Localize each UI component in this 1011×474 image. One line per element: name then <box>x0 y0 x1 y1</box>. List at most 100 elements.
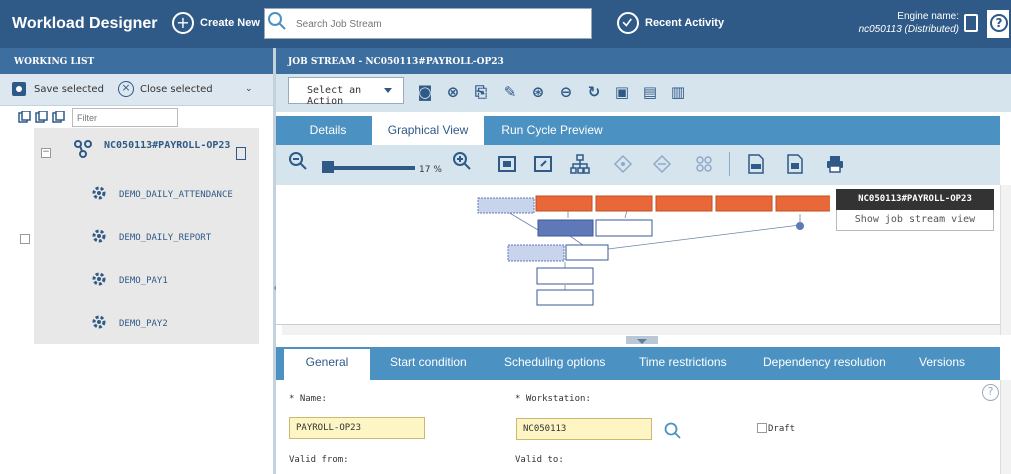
plus-icon[interactable]: + <box>172 12 194 34</box>
document-icon[interactable] <box>236 147 246 160</box>
graph-node <box>796 222 804 230</box>
tab-time-restrictions[interactable]: Time restrictions <box>639 355 727 369</box>
chevron-down-icon[interactable] <box>637 339 647 344</box>
properties-tabs <box>276 347 1000 380</box>
show-job-stream-view-link[interactable]: Show job stream view <box>836 214 994 225</box>
export-doc-icon[interactable] <box>785 154 805 174</box>
graph-node <box>537 219 594 237</box>
draft-checkbox[interactable] <box>757 423 767 433</box>
job-item[interactable]: DEMO_DAILY_REPORT <box>119 233 211 243</box>
graph-node <box>507 244 565 262</box>
zoom-slider-handle[interactable] <box>322 161 334 173</box>
tab-graphical-view[interactable]: Graphical View <box>372 116 484 145</box>
properties-icon[interactable]: ▤ <box>641 83 659 101</box>
close-selected-button[interactable]: Close selected <box>140 84 213 95</box>
tree-toolbar-icons[interactable] <box>18 111 68 125</box>
job-stream-item[interactable]: NC050113#PAYROLL-OP23 <box>104 140 230 151</box>
copy-icon[interactable]: ⎘ <box>472 83 490 101</box>
tab-start-condition[interactable]: Start condition <box>390 355 467 369</box>
job-gear-icon <box>92 315 106 329</box>
graph-node <box>565 244 609 261</box>
recent-activity-button[interactable]: Recent Activity <box>645 17 724 29</box>
caret-down-icon[interactable] <box>384 88 392 93</box>
search-input[interactable] <box>296 14 586 34</box>
graph-node <box>655 195 713 212</box>
zoom-level: 17 % <box>419 165 442 175</box>
job-gear-icon <box>92 186 106 200</box>
help-icon[interactable]: ? <box>982 384 999 401</box>
job-stream-icon <box>74 140 92 158</box>
fit-view-icon[interactable] <box>497 154 517 174</box>
engine-name-label: Engine name: <box>897 11 959 22</box>
horizontal-scrollbar[interactable] <box>282 325 1000 335</box>
vertical-scrollbar[interactable] <box>1000 185 1011 335</box>
tab-scheduling-options[interactable]: Scheduling options <box>504 355 605 369</box>
graph-node <box>595 195 653 212</box>
search-icon[interactable] <box>266 10 288 32</box>
edit-icon[interactable]: ✎ <box>501 83 519 101</box>
graph-node <box>536 289 594 306</box>
dependency-alt-icon[interactable] <box>652 154 672 174</box>
document-icon[interactable] <box>964 14 978 32</box>
tab-versions[interactable]: Versions <box>919 355 965 369</box>
collapse-toggle[interactable]: − <box>41 148 51 158</box>
save-icon[interactable]: ◙ <box>416 83 434 101</box>
job-item[interactable]: DEMO_PAY2 <box>119 319 168 329</box>
graph-node <box>477 197 535 214</box>
dependency-icon[interactable] <box>613 154 633 174</box>
workstation-field[interactable]: NC050113 <box>516 418 652 440</box>
valid-from-label: Valid from: <box>289 455 349 465</box>
name-label: * Name: <box>289 394 327 404</box>
chevron-down-icon[interactable]: ⌄ <box>245 84 253 94</box>
job-gear-icon <box>92 229 106 243</box>
job-item[interactable]: DEMO_PAY1 <box>119 276 168 286</box>
open-window-icon[interactable] <box>533 154 553 174</box>
job-item[interactable]: DEMO_DAILY_ATTENDANCE <box>119 190 233 200</box>
select-checkbox[interactable] <box>20 234 30 244</box>
graph-node <box>595 219 653 237</box>
graph-toolbar <box>276 145 1000 185</box>
save-icon[interactable] <box>12 82 26 96</box>
job-gear-icon <box>92 272 106 286</box>
graph-node <box>536 267 594 285</box>
layout-icon[interactable]: ▥ <box>669 83 687 101</box>
graph-node <box>715 195 773 212</box>
tab-details[interactable]: Details <box>286 116 370 145</box>
close-icon[interactable]: × <box>118 81 134 97</box>
print-icon[interactable]: ▣ <box>613 83 631 101</box>
delete-icon[interactable]: ⊛ <box>529 83 547 101</box>
search-icon[interactable] <box>663 421 683 441</box>
job-stream-graph[interactable] <box>470 190 830 310</box>
zoom-slider-track[interactable] <box>322 166 415 170</box>
filter-input[interactable] <box>72 108 178 127</box>
valid-to-label: Valid to: <box>515 455 564 465</box>
zoom-out-icon[interactable] <box>288 151 308 171</box>
close-circle-icon[interactable]: ⊗ <box>444 83 462 101</box>
toolbar-divider <box>729 152 730 176</box>
create-new-button[interactable]: Create New <box>200 17 260 29</box>
graph-node <box>535 195 593 212</box>
tab-dependency-resolution[interactable]: Dependency resolution <box>763 355 886 369</box>
print-icon[interactable] <box>825 154 845 174</box>
tab-general[interactable]: General <box>284 349 370 380</box>
help-icon[interactable]: ? <box>990 14 1008 32</box>
clock-check-icon[interactable] <box>617 12 639 34</box>
draft-label: Draft <box>768 424 796 434</box>
refresh-icon[interactable]: ↻ <box>585 83 603 101</box>
app-title: Workload Designer <box>12 15 158 32</box>
zoom-in-icon[interactable] <box>452 151 472 171</box>
hierarchy-icon[interactable] <box>570 154 590 174</box>
save-selected-button[interactable]: Save selected <box>34 84 104 95</box>
job-stream-header: JOB STREAM - NC050113#PAYROLL-OP23 <box>276 48 1011 74</box>
engine-name-value: nc050113 (Distributed) <box>858 24 959 35</box>
name-field[interactable]: PAYROLL-OP23 <box>289 417 425 439</box>
resources-icon[interactable] <box>694 154 714 174</box>
tab-run-cycle-preview[interactable]: Run Cycle Preview <box>490 116 614 145</box>
export-pdf-icon[interactable] <box>746 154 766 174</box>
remove-icon[interactable]: ⊖ <box>557 83 575 101</box>
graph-node <box>775 195 830 212</box>
properties-scrollbar[interactable] <box>1000 380 1011 474</box>
working-list-header: WORKING LIST <box>0 48 273 74</box>
popup-title: NC050113#PAYROLL-OP23 <box>836 189 994 210</box>
workstation-label: * Workstation: <box>515 394 591 404</box>
